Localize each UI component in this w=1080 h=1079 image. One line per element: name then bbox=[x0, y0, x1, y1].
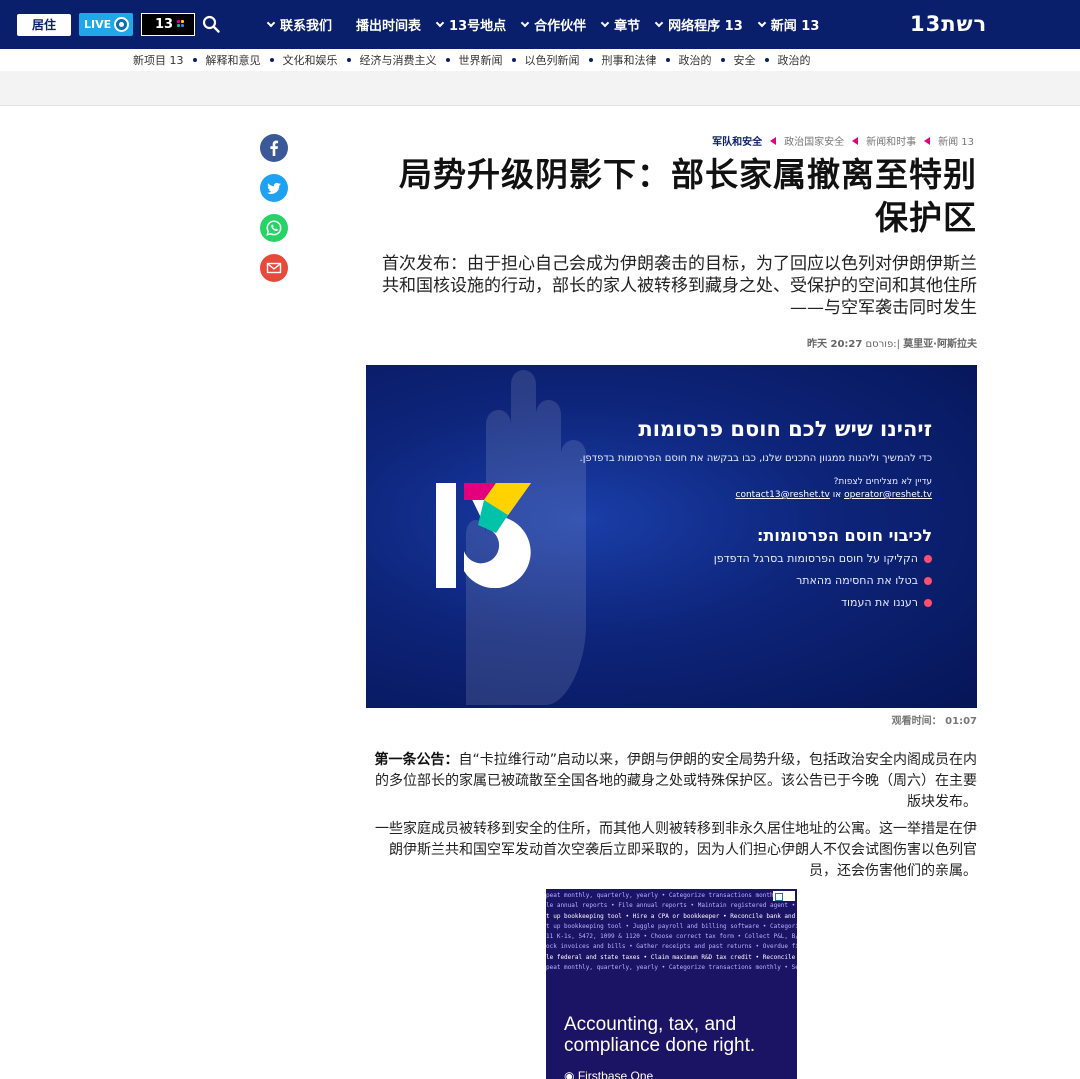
adblock-step: בטלו את החסימה מהאתר bbox=[796, 574, 932, 587]
search-icon[interactable] bbox=[202, 15, 220, 33]
email-icon bbox=[260, 254, 288, 282]
byline-author[interactable]: 莫里亚·阿斯拉夫 bbox=[903, 339, 977, 350]
adblock-help: עדיין לא מצליחים לצפות? bbox=[833, 477, 932, 487]
breadcrumb-item[interactable]: 军队和安全 bbox=[709, 133, 765, 148]
subnav-item[interactable]: 政治的 bbox=[679, 52, 712, 68]
ad-headline: Accounting, tax, and compliance done rig… bbox=[564, 1014, 756, 1056]
breadcrumb-item[interactable]: 政治国家安全 bbox=[781, 133, 847, 148]
chevron-down-icon bbox=[654, 18, 664, 27]
video-player[interactable]: זיהינו שיש לכם חוסם פרסומות כדי להמשיך ו… bbox=[366, 365, 977, 708]
live-label: LIVE bbox=[84, 18, 112, 31]
article-paragraph: 第一条公告：自“卡拉维行动”启动以来，伊朗与伊朗的安全局势升级，包括政治安全内阁… bbox=[374, 752, 977, 810]
home-button[interactable]: 居住 bbox=[17, 14, 71, 36]
article-byline: 昨天 20:27 פורסם:| 莫里亚·阿斯拉夫 bbox=[807, 339, 977, 350]
adblock-instructions-heading: לכיבוי חוסם הפרסומות: bbox=[757, 526, 932, 545]
chevron-down-icon bbox=[266, 18, 276, 27]
separator-dot bbox=[720, 58, 725, 62]
chevron-down-icon bbox=[757, 18, 767, 27]
nav-locations[interactable]: 13号地点 bbox=[435, 15, 506, 34]
live-broadcast-icon bbox=[114, 17, 129, 32]
section-subnav: 新项目 13 解释和意见 文化和娱乐 经济与消费主义 世界新闻 以色列新闻 刑事… bbox=[0, 49, 1080, 71]
article-headline: 局势升级阴影下：部长家属撤离至特别保护区 bbox=[399, 155, 977, 237]
nav-chapters[interactable]: 章节 bbox=[600, 15, 640, 34]
nav-web-programs[interactable]: 网络程序 13 bbox=[654, 15, 743, 34]
live-button[interactable]: LIVE bbox=[79, 13, 133, 36]
adblock-step: רעננו את העמוד bbox=[841, 596, 932, 609]
facebook-icon bbox=[260, 134, 288, 162]
article-paragraph: 一些家庭成员被转移到安全的住所，而其他人则被转移到非永久居住地址的公寓。这一举措… bbox=[375, 821, 977, 879]
chevron-down-icon bbox=[600, 18, 610, 27]
adblock-contact: contact13@reshet.tv או operator@reshet.t… bbox=[736, 490, 933, 500]
breadcrumb-arrow-icon bbox=[770, 136, 777, 145]
subnav-item[interactable]: 经济与消费主义 bbox=[360, 52, 437, 68]
subnav-item[interactable]: 以色列新闻 bbox=[525, 52, 580, 68]
subnav-item[interactable]: 文化和娱乐 bbox=[283, 52, 338, 68]
subnav-item[interactable]: 政治的 bbox=[778, 52, 811, 68]
breadcrumb-arrow-icon bbox=[924, 136, 931, 145]
ad-choices-icon[interactable] bbox=[773, 891, 795, 901]
separator-dot bbox=[764, 58, 769, 62]
separator-dot bbox=[445, 58, 450, 62]
breadcrumb: 军队和安全 政治国家安全 新闻和时事 新闻 13 bbox=[709, 133, 977, 148]
whatsapp-share-button[interactable] bbox=[260, 214, 288, 242]
separator-dot bbox=[269, 58, 274, 62]
subnav-item[interactable]: 刑事和法律 bbox=[602, 52, 657, 68]
whatsapp-icon bbox=[260, 214, 288, 242]
main-nav: 联系我们 播出时间表 13号地点 合作伙伴 章节 网络程序 13 新闻 13 bbox=[266, 0, 835, 49]
reshet-13-logo[interactable]: רשת13 bbox=[910, 12, 987, 36]
adblock-step: הקליקו על חוסם הפרסומות בסרגל הדפדפן bbox=[714, 552, 932, 565]
video-duration: 观看时间： 01:07 bbox=[891, 716, 977, 727]
step-bullet-icon bbox=[924, 576, 932, 585]
subnav-item[interactable]: 安全 bbox=[734, 52, 756, 68]
separator-dot bbox=[192, 58, 197, 62]
byline-time: 昨天 20:27 bbox=[807, 339, 863, 350]
nav-news[interactable]: 新闻 13 bbox=[757, 15, 819, 34]
channel-13-logo bbox=[436, 483, 531, 588]
subnav-item[interactable]: 新项目 13 bbox=[133, 52, 184, 68]
adblock-heading: זיהינו שיש לכם חוסם פרסומות bbox=[638, 417, 932, 441]
breadcrumb-item[interactable]: 新闻 13 bbox=[935, 133, 977, 148]
separator-dot bbox=[588, 58, 593, 62]
ad-banner-strip bbox=[0, 71, 1080, 106]
email-share-button[interactable] bbox=[260, 254, 288, 282]
subnav-item[interactable]: 世界新闻 bbox=[459, 52, 503, 68]
step-bullet-icon bbox=[924, 598, 932, 607]
channel-13-label: 13 bbox=[155, 17, 174, 32]
nav-schedule[interactable]: 播出时间表 bbox=[348, 15, 421, 34]
contact-email-link[interactable]: contact13@reshet.tv bbox=[736, 490, 830, 500]
paragraph-lead: 第一条公告： bbox=[374, 752, 459, 768]
chevron-down-icon bbox=[435, 18, 445, 27]
separator-dot bbox=[511, 58, 516, 62]
top-navigation-bar: 居住 LIVE 13 联系我们 播出时间表 13号地点 合作伙伴 章节 网络程序… bbox=[0, 0, 1080, 49]
facebook-share-button[interactable] bbox=[260, 134, 288, 162]
ad-background-text: peat monthly, quarterly, yearly • Catego… bbox=[546, 892, 797, 972]
twitter-share-button[interactable] bbox=[260, 174, 288, 202]
operator-email-link[interactable]: operator@reshet.tv bbox=[844, 490, 932, 500]
separator-dot bbox=[346, 58, 351, 62]
adblock-message: כדי להמשיך וליהנות ממגוון התכנים שלנו, כ… bbox=[579, 453, 932, 464]
step-bullet-icon bbox=[924, 554, 932, 563]
breadcrumb-item[interactable]: 新闻和时事 bbox=[863, 133, 919, 148]
subnav-item[interactable]: 解释和意见 bbox=[206, 52, 261, 68]
chevron-down-icon bbox=[520, 18, 530, 27]
ad-brand: ◉ Firstbase One bbox=[564, 1069, 654, 1079]
nav-contact[interactable]: 联系我们 bbox=[266, 15, 332, 34]
breadcrumb-arrow-icon bbox=[852, 136, 859, 145]
channel-dots-icon bbox=[177, 20, 185, 28]
separator-dot bbox=[665, 58, 670, 62]
contact-or: או bbox=[832, 490, 842, 500]
advertisement[interactable]: peat monthly, quarterly, yearly • Catego… bbox=[546, 889, 797, 1079]
twitter-icon bbox=[260, 174, 288, 202]
byline-posted: פורסם: bbox=[865, 339, 897, 350]
nav-partners[interactable]: 合作伙伴 bbox=[520, 15, 586, 34]
article-subtitle: 首次发布：由于担心自己会成为伊朗袭击的目标，为了回应以色列对伊朗伊斯兰共和国核设… bbox=[382, 254, 977, 318]
channel-13-button[interactable]: 13 bbox=[141, 13, 195, 36]
